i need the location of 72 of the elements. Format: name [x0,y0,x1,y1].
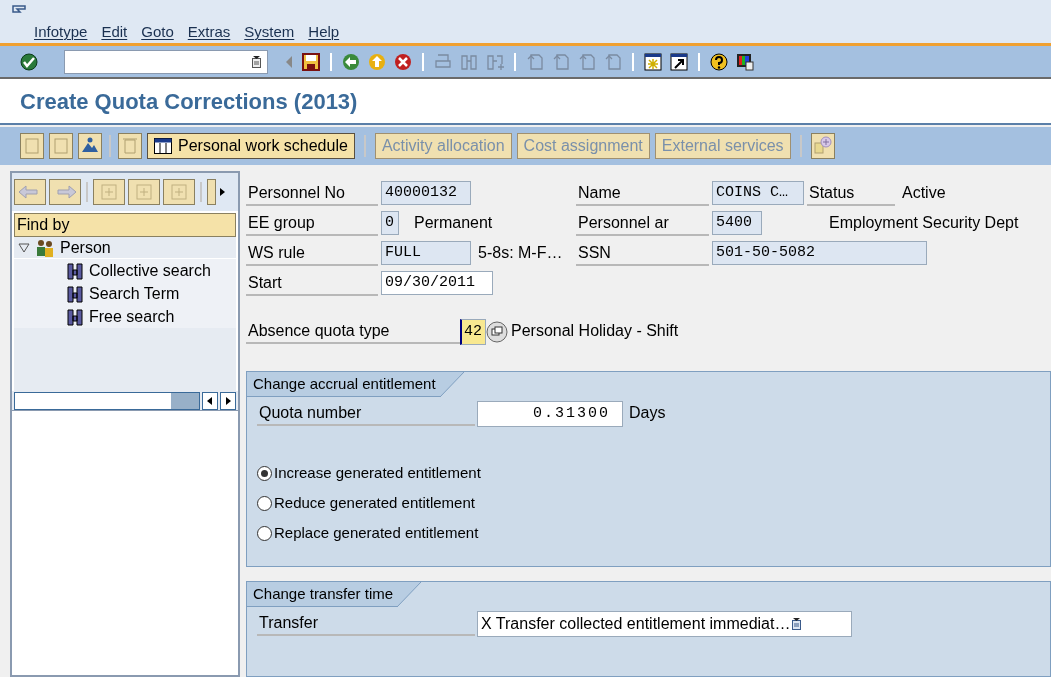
field-label: Quota number [257,401,475,426]
scroll-left-icon[interactable] [202,391,218,410]
tree-node[interactable]: Person [14,237,236,259]
menu-item[interactable]: Edit [101,21,128,44]
field-text: Employment Security Dept [829,213,1019,233]
radio-button[interactable] [257,495,272,511]
people-icon [34,238,56,257]
menu-item[interactable]: Goto [141,21,174,44]
dropdown-field[interactable]: X Transfer collected entitlement immediat… [477,611,852,637]
field-text: 5-8s: M-F… [478,243,563,263]
field-value: COINS C… [712,181,804,205]
field-label: SSN [576,241,709,266]
find-by-header: Find by [14,213,236,237]
radio-label[interactable]: Increase generated entitlement [274,461,481,485]
radio-button[interactable] [257,525,272,541]
field-value: 5400 [712,211,762,235]
menu-item[interactable]: Extras [187,21,231,44]
tree-node[interactable]: Collective search [14,259,236,282]
field-label: Transfer [257,611,475,636]
field-value: FULL [381,241,471,265]
field-value: 501-50-5082 [712,241,927,265]
field-label: Start [246,271,378,296]
next-entry-icon[interactable] [49,133,73,159]
layout-icon[interactable] [736,52,754,71]
scroll-right-icon[interactable] [220,391,236,410]
cancel-icon[interactable] [394,52,412,71]
new-session-icon[interactable] [644,52,662,71]
toolbar-button[interactable]: Personal work schedule [147,133,355,159]
field-text: Personal Holiday - Shift [511,321,679,341]
menu-item[interactable]: System [244,21,295,44]
radio-button[interactable] [257,465,272,481]
radio-label[interactable]: Replace generated entitlement [274,521,479,545]
binoculars-icon [66,284,84,303]
help-icon[interactable] [710,52,728,71]
field-label: EE group [246,211,378,236]
back-icon[interactable] [342,52,360,71]
binoculars-icon [66,261,84,280]
shortcut-icon[interactable] [670,52,688,71]
menu-item[interactable]: Help [308,21,340,44]
field-value: 40000132 [381,181,471,205]
previous-entry-icon[interactable] [20,133,44,159]
command-field[interactable] [64,49,268,74]
horizontal-scrollbar[interactable] [14,391,200,410]
field-text: Days [629,403,666,423]
menu-item[interactable]: Infotype [34,21,88,44]
save-icon[interactable] [302,52,320,71]
mountain-icon[interactable] [78,133,102,159]
field-text: Active [902,183,946,203]
field-label: Personnel ar [576,211,709,236]
field-label: WS rule [246,241,378,266]
binoculars-icon [66,307,84,326]
field-text: Permanent [414,213,493,233]
radio-label[interactable]: Reduce generated entitlement [274,491,475,515]
enter-icon[interactable] [20,52,38,71]
field-label: Status [807,181,895,206]
field-label: Personnel No [246,181,378,206]
more-arrow-icon[interactable] [207,179,227,205]
tree-node[interactable]: Search Term [14,282,236,305]
add-object-icon[interactable] [810,133,835,159]
screen-title: Create Quota Corrections (2013) [20,87,358,116]
tree-node[interactable]: Free search [14,305,236,328]
calendar-icon [154,138,172,154]
dropdown-icon[interactable] [252,55,261,68]
field-label: Name [576,181,709,206]
field-value: 09/30/2011 [381,271,493,295]
collapse-icon[interactable] [18,242,30,253]
field-value: 0 [381,211,399,235]
new-icon[interactable] [93,179,125,205]
input-field[interactable]: 42 [460,319,486,345]
value-help-icon[interactable] [486,320,508,344]
input-field[interactable]: 0.31300 [477,401,623,427]
dropdown-icon[interactable] [792,618,802,630]
